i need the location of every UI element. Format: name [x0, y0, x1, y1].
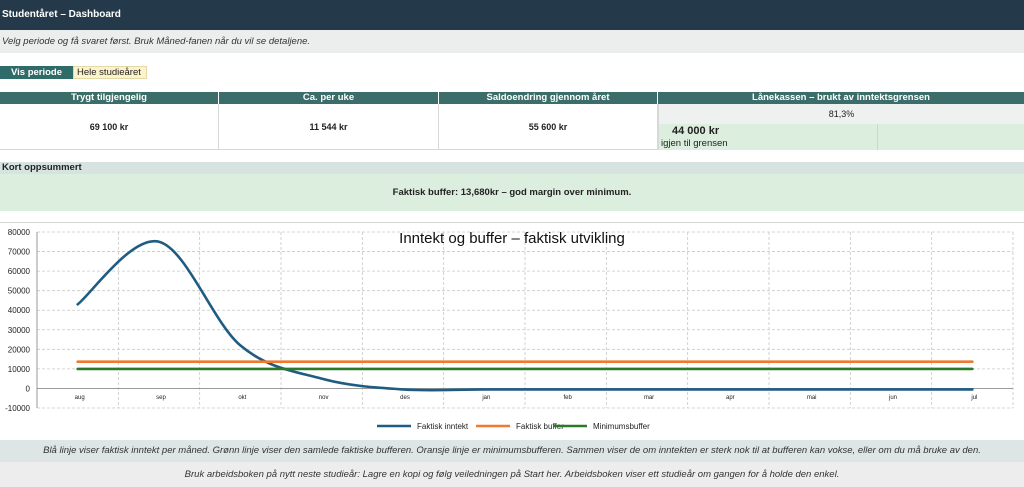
y-tick-label: 70000: [8, 248, 31, 257]
chart-canvas: -10000 0 10000 20000 30000 40000 50000 60000 700…: [5, 228, 1014, 431]
x-tick-label: sep: [156, 395, 166, 401]
legend-label: Minimumsbuffer: [593, 422, 650, 431]
kpi-value-safe-available: 69 100 kr: [0, 104, 219, 150]
y-tick-label: 60000: [8, 267, 31, 276]
dashboard-subtitle: Velg periode og få svaret først. Bruk Må…: [0, 30, 1024, 53]
x-tick-label: feb: [563, 395, 572, 401]
reuse-instructions: Bruk arbeidsboken på nytt neste studieår…: [0, 462, 1024, 487]
summary-header: Kort oppsummert: [0, 162, 1024, 174]
period-select[interactable]: Hele studieåret: [73, 66, 147, 79]
y-tick-label: 20000: [8, 345, 31, 354]
y-tick-label: -10000: [5, 404, 30, 413]
x-tick-label: jul: [970, 395, 977, 401]
kpi-header-balance-change: Saldoendring gjennom året: [439, 92, 657, 104]
dashboard-title: Studentåret – Dashboard: [0, 0, 1024, 30]
x-tick-label: nov: [319, 395, 329, 401]
x-tick-label: des: [400, 395, 410, 401]
lanekassen-remaining-label: igjen til grensen: [661, 138, 728, 149]
lanekassen-remaining-amount: 44 000 kr: [672, 125, 720, 137]
summary-text: Faktisk buffer: 13,680kr – god margin ov…: [0, 174, 1024, 211]
y-tick-label: 30000: [8, 326, 31, 335]
x-tick-label: mai: [807, 395, 817, 401]
legend-label: Faktisk inntekt: [417, 422, 469, 431]
x-tick-label: jun: [888, 395, 897, 401]
kpi-value-per-week: 11 544 kr: [219, 104, 439, 150]
income-buffer-chart: -10000 0 10000 20000 30000 40000 50000 60000 700…: [0, 222, 1024, 434]
kpi-header-safe-available: Trygt tilgjengelig: [0, 92, 218, 104]
x-tick-label: aug: [75, 395, 85, 401]
period-label: Vis periode: [0, 66, 73, 79]
x-tick-label: mar: [644, 395, 654, 401]
y-tick-label: 0: [26, 384, 31, 393]
x-tick-label: jan: [481, 395, 490, 401]
kpi-header-per-week: Ca. per uke: [219, 92, 438, 104]
kpi-header-lanekassen: Lånekassen – brukt av inntektsgrensen: [658, 92, 1024, 104]
kpi-value-balance-change: 55 600 kr: [439, 104, 658, 150]
x-tick-label: apr: [726, 395, 735, 401]
y-tick-label: 10000: [8, 365, 31, 374]
x-tick-label: okt: [238, 395, 246, 401]
y-tick-label: 40000: [8, 306, 31, 315]
chart-title: Inntekt og buffer – faktisk utvikling: [399, 230, 625, 247]
lanekassen-percent: 81,3%: [658, 104, 1024, 124]
chart-explanation: Blå linje viser faktisk inntekt per måne…: [0, 440, 1024, 462]
lanekassen-divider: [877, 124, 878, 150]
y-tick-label: 50000: [8, 287, 31, 296]
